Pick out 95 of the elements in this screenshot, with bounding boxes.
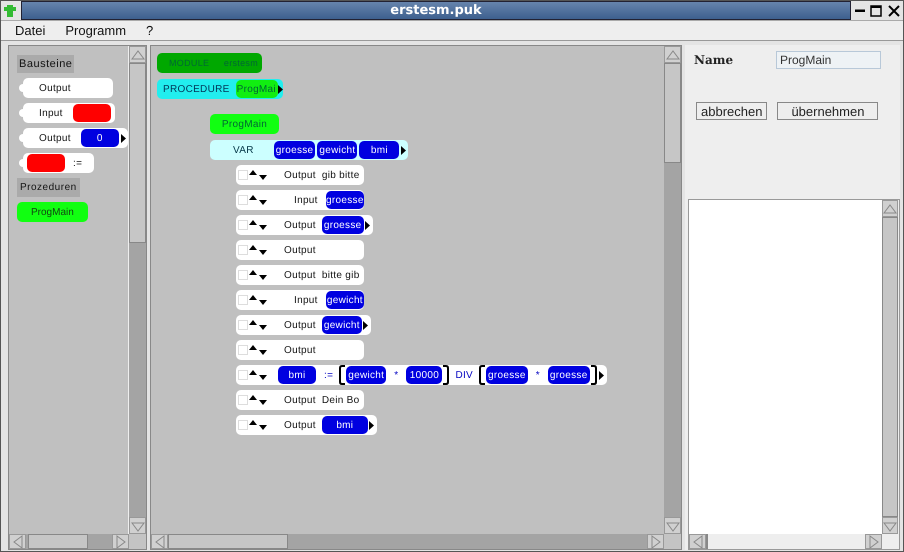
variable-block[interactable]: groesse xyxy=(486,366,528,384)
play-triangle-icon xyxy=(362,320,368,330)
horizontal-scrollbar[interactable] xyxy=(689,534,882,549)
procedure-name: ProgMai xyxy=(236,80,278,98)
vertical-scrollbar[interactable] xyxy=(129,46,146,534)
up-down-arrows-icon xyxy=(248,194,270,206)
variable-block[interactable]: 10000 xyxy=(406,366,442,384)
up-down-arrows-icon xyxy=(248,319,270,331)
checkbox-icon xyxy=(238,295,248,305)
up-down-arrows-icon xyxy=(248,244,270,256)
variable-block[interactable]: groesse xyxy=(274,141,316,159)
checkbox-icon xyxy=(238,220,248,230)
close-icon xyxy=(887,4,901,18)
up-down-arrows-icon xyxy=(248,294,270,306)
keyword: MODULE xyxy=(169,58,210,68)
checkbox-icon xyxy=(238,395,248,405)
apply-button[interactable]: übernehmen xyxy=(777,102,878,120)
open-bracket-icon xyxy=(479,365,486,385)
checkbox-icon xyxy=(238,170,248,180)
checkbox-icon xyxy=(238,345,248,355)
up-down-arrows-icon xyxy=(248,419,270,431)
statement-block[interactable]: Output bmi xyxy=(236,415,377,435)
keyword: VAR xyxy=(233,144,254,156)
up-down-arrows-icon xyxy=(248,344,270,356)
app-icon xyxy=(3,2,17,18)
checkbox-icon xyxy=(238,195,248,205)
scroll-up-arrow-icon xyxy=(666,48,680,62)
keyword: PROCEDURE xyxy=(163,84,230,94)
checkbox-icon xyxy=(238,420,248,430)
statement-block[interactable]: Input groesse xyxy=(236,190,364,210)
variable-block[interactable]: gewicht xyxy=(346,366,386,384)
cancel-button[interactable]: abbrechen xyxy=(696,102,768,120)
statement-block[interactable]: Output xyxy=(236,240,364,260)
minimize-icon xyxy=(855,9,865,12)
scroll-left-arrow-icon xyxy=(690,534,704,548)
up-down-arrows-icon xyxy=(248,369,270,381)
variable-block[interactable]: bmi xyxy=(322,416,368,434)
checkbox-icon xyxy=(238,245,248,255)
operator: DIV xyxy=(454,370,474,380)
scroll-right-arrow-icon xyxy=(866,534,880,548)
procedure-header-block[interactable]: ProgMain xyxy=(210,114,279,134)
statement-block[interactable]: Output groesse xyxy=(236,215,373,235)
close-bracket-icon xyxy=(442,365,450,385)
menu-item[interactable]: Datei xyxy=(5,21,56,40)
variable-block[interactable]: groesse xyxy=(548,366,590,384)
window-title: erstesm.puk xyxy=(390,3,482,18)
operator: * xyxy=(534,370,541,380)
scrollbar-corner xyxy=(664,534,681,549)
play-triangle-icon xyxy=(364,220,370,230)
variable-block[interactable]: bmi xyxy=(278,366,316,384)
play-triangle-icon xyxy=(401,146,406,154)
variable-block[interactable]: gewicht xyxy=(322,316,362,334)
checkbox-icon xyxy=(238,270,248,280)
module-name: erstesm xyxy=(224,58,258,68)
scroll-up-arrow-icon xyxy=(130,48,144,62)
up-down-arrows-icon xyxy=(248,219,270,231)
play-triangle-icon xyxy=(278,84,283,94)
variable-block[interactable]: groesse xyxy=(326,191,364,209)
up-down-arrows-icon xyxy=(248,394,270,406)
palette-heading: Bausteine xyxy=(17,55,74,73)
horizontal-scrollbar[interactable] xyxy=(9,534,129,549)
checkbox-icon xyxy=(238,370,248,380)
statement-block[interactable]: bmi := gewicht * 10000 DIV groesse * groesse xyxy=(236,365,607,385)
play-triangle-icon xyxy=(368,420,374,430)
horizontal-scrollbar[interactable] xyxy=(151,534,664,549)
procedure-block[interactable]: PROCEDURE ProgMai xyxy=(157,79,283,99)
checkbox-icon xyxy=(238,320,248,330)
vertical-scrollbar[interactable] xyxy=(664,46,681,534)
play-triangle-icon xyxy=(120,134,126,142)
palette-heading: Prozeduren xyxy=(17,178,80,197)
maximize-icon xyxy=(869,4,883,18)
up-down-arrows-icon xyxy=(248,269,270,281)
var-block[interactable]: VAR groesse gewicht bmi xyxy=(210,140,408,160)
variable-block[interactable]: bmi xyxy=(359,141,400,159)
scrollbar-corner xyxy=(129,534,146,549)
statement-block[interactable]: Output Dein Bo xyxy=(236,390,364,410)
statement-block[interactable]: Output gewicht xyxy=(236,315,371,335)
up-down-arrows-icon xyxy=(248,169,270,181)
procedure-block[interactable]: ProgMain xyxy=(17,202,88,222)
variable-block[interactable]: groesse xyxy=(322,216,364,234)
operator: * xyxy=(393,370,400,380)
name-field[interactable]: ProgMain xyxy=(776,51,881,69)
menu-item[interactable]: ? xyxy=(136,21,164,40)
open-bracket-icon xyxy=(339,365,346,385)
statement-block[interactable]: Input gewicht xyxy=(236,290,364,310)
name-label: Name xyxy=(694,53,734,67)
statement-block[interactable]: Output gib bitte xyxy=(236,165,364,185)
statement-block[interactable]: Output bitte gib xyxy=(236,265,364,285)
statement-block[interactable]: Output xyxy=(236,340,364,360)
scroll-up-arrow-icon xyxy=(883,202,897,216)
variable-block[interactable]: gewicht xyxy=(317,141,358,159)
play-triangle-icon xyxy=(598,370,604,380)
menu-item[interactable]: Programm xyxy=(55,21,136,40)
close-bracket-icon xyxy=(590,365,597,385)
variable-block[interactable]: gewicht xyxy=(326,291,364,309)
